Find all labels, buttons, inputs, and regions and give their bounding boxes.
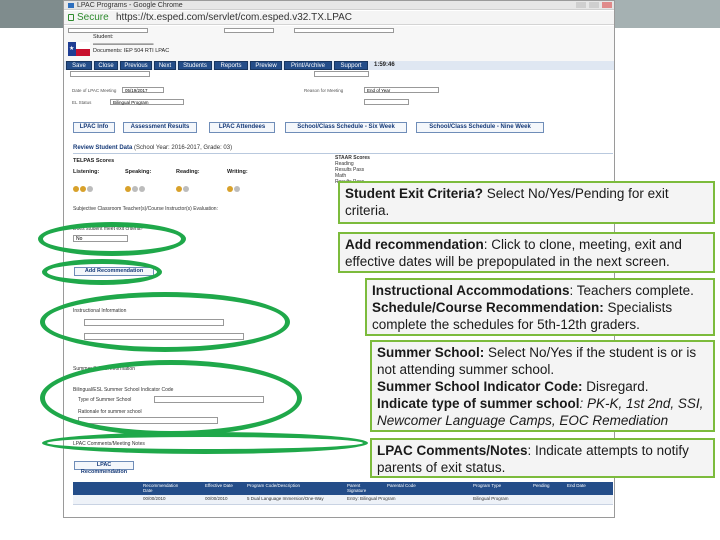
callout-summer-school: Summer School: Select No/Yes if the stud… (370, 340, 715, 432)
url-text[interactable]: https://tx.esped.com/servlet/com.esped.v… (116, 11, 352, 25)
tab-close[interactable]: Close (94, 61, 118, 70)
recommendation-table-header: Recommendation Date Effective Date Progr… (73, 482, 613, 495)
table-row[interactable]: 00/00/2010 00/00/2010 5 Dual Language Im… (73, 495, 613, 505)
col-program-code: Program Code/Description (247, 483, 301, 488)
secure-label: Secure (77, 12, 109, 23)
address-bar[interactable]: Secure https://tx.esped.com/servlet/com.… (64, 11, 614, 25)
add-recommendation-highlight (42, 259, 162, 285)
callout-instructional: Instructional Accommodations: Teachers c… (365, 278, 715, 336)
el-status-select[interactable] (364, 99, 409, 105)
cell-recommendation-date: 00/00/2010 (143, 496, 166, 501)
tab-reports[interactable]: Reports (214, 61, 248, 70)
callout-comments: LPAC Comments/Notes: Indicate attempts t… (370, 438, 715, 478)
form-type-select[interactable] (294, 28, 394, 33)
tab-preview[interactable]: Preview (250, 61, 282, 70)
reading-rating (176, 179, 190, 192)
browser-titlebar: LPAC Programs - Google Chrome (64, 1, 614, 10)
listening-label: Listening: (73, 169, 100, 175)
el-status-label: EL Status (72, 100, 92, 105)
program-select[interactable]: Bilingual Program (110, 99, 184, 105)
cell-program-code: 5 Dual Language Immersion/One-Way (247, 496, 324, 501)
minimize-button[interactable] (576, 2, 586, 8)
student-label: Student: (93, 34, 114, 40)
school-select[interactable] (70, 71, 150, 77)
approval-select[interactable] (314, 71, 369, 77)
col-parent-signature: Parent Signature (347, 483, 367, 493)
doc-iep[interactable]: IEP (124, 48, 133, 54)
assessment-results-button[interactable]: Assessment Results (123, 122, 197, 133)
evaluation-label: Subjective Classroom Teacher(s)/Course I… (73, 206, 218, 212)
col-recommendation-date: Recommendation Date (143, 483, 179, 493)
telpas-label: TELPAS Scores (73, 158, 115, 164)
date-label: Date of LPAC Meeting (72, 88, 117, 93)
documents-label: Documents: (93, 48, 123, 54)
doc-lpac[interactable]: LPAC (155, 48, 169, 54)
session-timer: 1:59:46 (374, 62, 395, 68)
tab-print-archive[interactable]: Print/Archive (284, 61, 332, 70)
col-program-type: Program Type (473, 483, 502, 488)
callout-add-recommendation: Add recommendation: Click to clone, meet… (338, 232, 715, 273)
col-end-date: End Date (567, 483, 586, 488)
lock-icon (68, 14, 74, 21)
col-parental-code: Parental Code (387, 483, 416, 488)
lpac-info-button[interactable]: LPAC Info (73, 122, 115, 133)
cell-parent-signature: Entry: Bilingual Program (347, 496, 396, 501)
slide-header-accent (612, 0, 720, 28)
schedule-six-week-button[interactable]: School/Class Schedule - Six Week (285, 122, 407, 133)
callout-exit-criteria: Student Exit Criteria? Select No/Yes/Pen… (338, 181, 715, 224)
cell-program-type: Bilingual Program (473, 496, 509, 501)
tab-next[interactable]: Next (154, 61, 176, 70)
listening-rating (73, 179, 94, 192)
meeting-date-input[interactable]: 05/19/2017 (122, 87, 164, 93)
main-toolbar: Save Close Previous Next Students Report… (64, 61, 614, 70)
writing-rating (227, 179, 241, 192)
page-favicon-icon (68, 3, 74, 8)
doc-rti[interactable]: RTI (145, 48, 154, 54)
exit-criteria-highlight (38, 222, 186, 256)
lpac-recommendation-button[interactable]: LPAC Recommendation (74, 461, 134, 475)
doc-504[interactable]: 504 (134, 48, 143, 54)
tab-previous[interactable]: Previous (120, 61, 152, 70)
writing-label: Writing: (227, 169, 248, 175)
cell-effective-date: 00/00/2010 (205, 496, 228, 501)
speaking-rating (125, 179, 146, 192)
meeting-form: Date of LPAC Meeting 05/19/2017 Reason f… (64, 71, 614, 111)
tab-save[interactable]: Save (66, 61, 92, 70)
comments-highlight (42, 432, 368, 454)
reason-select[interactable]: End of Year (364, 87, 439, 93)
tab-students[interactable]: Students (178, 61, 212, 70)
student-header: ★ Student: ▬▬▬▬▬▬▬▬▬▬▬ Documents: IEP 50… (64, 26, 614, 61)
instructional-highlight (40, 292, 290, 352)
close-window-button[interactable] (602, 2, 612, 8)
texas-flag-icon: ★ (68, 42, 90, 56)
section-buttons: LPAC Info Assessment Results LPAC Attend… (64, 122, 614, 134)
tab-support[interactable]: Support (334, 61, 368, 70)
speaking-label: Speaking: (125, 169, 152, 175)
section-divider (73, 153, 613, 154)
summer-school-highlight (40, 360, 302, 436)
review-student-data-heading: Review Student Data (School Year: 2016-2… (73, 145, 233, 151)
reading-label: Reading: (176, 169, 200, 175)
student-info: Student: ▬▬▬▬▬▬▬▬▬▬▬ Documents: IEP 504 … (93, 34, 170, 54)
maximize-button[interactable] (589, 2, 599, 8)
form-select[interactable] (224, 28, 274, 33)
reason-label: Reason for Meeting (304, 88, 344, 93)
student-select[interactable] (68, 28, 148, 33)
schedule-nine-week-button[interactable]: School/Class Schedule - Nine Week (416, 122, 544, 133)
lpac-attendees-button[interactable]: LPAC Attendees (209, 122, 275, 133)
window-title: LPAC Programs - Google Chrome (77, 2, 183, 9)
col-pending: Pending (533, 483, 550, 488)
col-effective-date: Effective Date (205, 483, 233, 488)
